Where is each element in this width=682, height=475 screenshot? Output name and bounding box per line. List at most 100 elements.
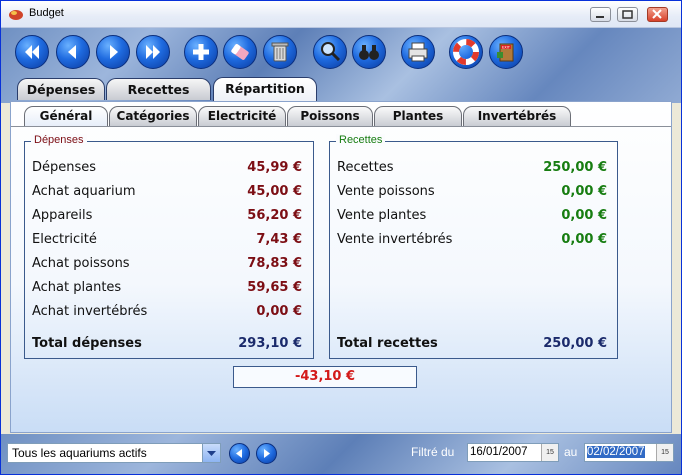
- recettes-total-row: Total recettes 250,00 €: [337, 336, 607, 354]
- row-label: Vente invertébrés: [337, 232, 453, 247]
- date-to-value: 02/02/2007: [587, 446, 645, 458]
- subtab-general[interactable]: Général: [24, 106, 108, 126]
- date-to-field[interactable]: 02/02/2007 15: [584, 443, 674, 462]
- depense-row: Achat poissons 78,83 €: [32, 256, 302, 274]
- row-value: 0,00 €: [256, 304, 302, 319]
- depense-row: Appareils 56,20 €: [32, 208, 302, 226]
- first-button[interactable]: [15, 35, 49, 69]
- trash-icon: [271, 42, 289, 62]
- printer-icon: [408, 42, 428, 62]
- delete-button[interactable]: [263, 35, 297, 69]
- filter-label: Filtré du: [411, 445, 455, 459]
- recette-row: Vente invertébrés 0,00 €: [337, 232, 607, 250]
- recette-row: Vente poissons 0,00 €: [337, 184, 607, 202]
- row-label: Recettes: [337, 160, 394, 175]
- to-label: au: [564, 445, 578, 459]
- lifebuoy-icon: [453, 39, 479, 65]
- depense-row: Electricité 7,43 €: [32, 232, 302, 250]
- row-value: 59,65 €: [247, 280, 302, 295]
- next-icon: [110, 45, 118, 59]
- find-button[interactable]: [352, 35, 386, 69]
- total-label: Total recettes: [337, 336, 438, 351]
- exit-sign-text: EXIT: [502, 46, 511, 50]
- binoculars-icon: [359, 45, 379, 60]
- content-panel: Général Catégories Electricité Poissons …: [10, 101, 672, 433]
- row-label: Achat plantes: [32, 280, 122, 295]
- calendar-icon[interactable]: 15: [541, 444, 558, 461]
- row-value: 0,00 €: [561, 184, 607, 199]
- depenses-legend: Dépenses: [31, 134, 87, 146]
- maximize-icon: [622, 10, 633, 19]
- depense-row: Achat aquarium 45,00 €: [32, 184, 302, 202]
- erase-button[interactable]: [223, 35, 257, 69]
- last-icon: [146, 45, 160, 59]
- app-icon: [9, 10, 23, 20]
- status-bar: Tous les aquariums actifs Filtré du 16/0…: [1, 434, 681, 474]
- total-value: 250,00 €: [543, 336, 607, 351]
- aquarium-select[interactable]: Tous les aquariums actifs: [7, 443, 221, 463]
- recette-row: Recettes 250,00 €: [337, 160, 607, 178]
- toolbar: EXIT Dépenses Recettes Répartition: [1, 28, 681, 103]
- row-label: Dépenses: [32, 160, 97, 175]
- subtab-electricite[interactable]: Electricité: [198, 106, 286, 126]
- row-label: Achat poissons: [32, 256, 130, 271]
- row-label: Vente poissons: [337, 184, 435, 199]
- subtab-poissons[interactable]: Poissons: [287, 106, 373, 126]
- subtab-divider: [11, 126, 671, 127]
- aquarium-next-button[interactable]: [256, 443, 277, 464]
- depense-row: Dépenses 45,99 €: [32, 160, 302, 178]
- row-label: Achat aquarium: [32, 184, 136, 199]
- subtab-invertebres[interactable]: Invertébrés: [463, 106, 571, 126]
- window-title: Budget: [29, 7, 64, 19]
- row-value: 78,83 €: [247, 256, 302, 271]
- row-label: Vente plantes: [337, 208, 427, 223]
- minimize-icon: [596, 16, 604, 18]
- tab-recettes[interactable]: Recettes: [106, 78, 211, 100]
- exit-button[interactable]: EXIT: [489, 35, 523, 69]
- date-from-field[interactable]: 16/01/2007 15: [467, 443, 559, 462]
- depenses-total-row: Total dépenses 293,10 €: [32, 336, 302, 354]
- tab-depenses[interactable]: Dépenses: [17, 78, 105, 100]
- previous-button[interactable]: [56, 35, 90, 69]
- next-button[interactable]: [96, 35, 130, 69]
- last-button[interactable]: [136, 35, 170, 69]
- dropdown-arrow[interactable]: [202, 444, 220, 462]
- print-button[interactable]: [401, 35, 435, 69]
- eraser-icon: [231, 44, 249, 60]
- maximize-button[interactable]: [617, 7, 638, 22]
- help-button[interactable]: [449, 35, 483, 69]
- depense-row: Achat plantes 59,65 €: [32, 280, 302, 298]
- aquarium-select-value: Tous les aquariums actifs: [12, 446, 147, 460]
- close-icon: [652, 9, 662, 19]
- depense-row: Achat invertébrés 0,00 €: [32, 304, 302, 322]
- row-value: 7,43 €: [256, 232, 302, 247]
- recettes-group: Recettes Recettes 250,00 € Vente poisson…: [329, 134, 618, 359]
- previous-icon: [68, 45, 76, 59]
- row-label: Electricité: [32, 232, 97, 247]
- title-bar: Budget: [1, 1, 681, 28]
- minimize-button[interactable]: [590, 7, 611, 22]
- add-button[interactable]: [184, 35, 218, 69]
- close-button[interactable]: [647, 7, 668, 22]
- first-icon: [25, 45, 39, 59]
- budget-window: Budget EXIT Dépenses Recettes Répartitio…: [0, 0, 682, 475]
- aquarium-previous-button[interactable]: [229, 443, 250, 464]
- calendar-icon[interactable]: 15: [656, 444, 673, 461]
- total-value: 293,10 €: [238, 336, 302, 351]
- row-value: 0,00 €: [561, 208, 607, 223]
- row-value: 0,00 €: [561, 232, 607, 247]
- row-label: Appareils: [32, 208, 93, 223]
- tab-repartition[interactable]: Répartition: [213, 77, 317, 101]
- date-from-value: 16/01/2007: [470, 446, 528, 458]
- subtab-categories[interactable]: Catégories: [109, 106, 197, 126]
- subtab-plantes[interactable]: Plantes: [374, 106, 462, 126]
- recettes-legend: Recettes: [336, 134, 386, 146]
- row-label: Achat invertébrés: [32, 304, 148, 319]
- depenses-group: Dépenses Dépenses 45,99 € Achat aquarium…: [24, 134, 314, 359]
- row-value: 45,99 €: [247, 160, 302, 175]
- search-button[interactable]: [313, 35, 347, 69]
- next-icon: [264, 449, 270, 458]
- row-value: 250,00 €: [543, 160, 607, 175]
- recette-row: Vente plantes 0,00 €: [337, 208, 607, 226]
- total-label: Total dépenses: [32, 336, 142, 351]
